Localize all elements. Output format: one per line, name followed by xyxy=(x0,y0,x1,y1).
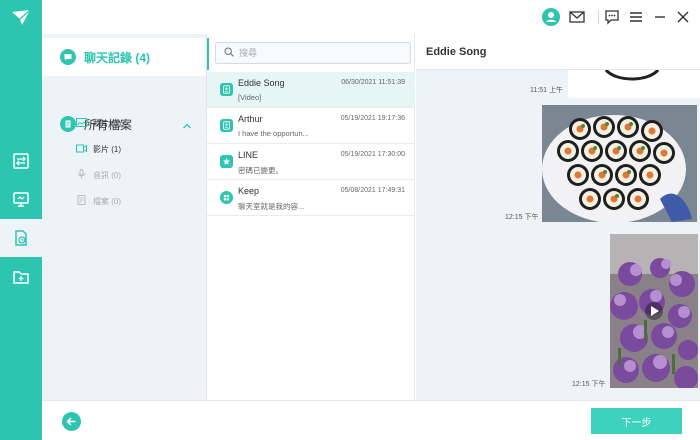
conversation-row[interactable]: LINE 05/19/2021 17:30:00 密碼已變更。 xyxy=(207,144,415,180)
message-timestamp: 12:15 下午 xyxy=(572,381,606,388)
chat-header: Eddie Song xyxy=(416,34,700,70)
folder-add-icon[interactable] xyxy=(0,258,42,296)
subcategory-label: 音訊 (0) xyxy=(93,170,121,180)
subcategory-photos[interactable]: 照片 (1) xyxy=(76,114,121,132)
message-timestamp: 12:15 下午 xyxy=(505,214,539,221)
message-timestamp: 11:51 上午 xyxy=(530,87,563,94)
feedback-icon[interactable] xyxy=(603,8,621,26)
chevron-up-icon[interactable] xyxy=(182,118,192,136)
device-icon[interactable] xyxy=(0,180,42,218)
subcategory-label: 照片 (1) xyxy=(93,118,121,128)
conversation-date: 06/30/2021 11:51:39 xyxy=(341,79,405,86)
subcategory-label: 影片 (1) xyxy=(93,144,121,154)
chat-bubble-icon xyxy=(60,49,76,65)
microphone-icon xyxy=(76,169,87,181)
left-rail xyxy=(0,0,42,440)
conversation-name: Keep xyxy=(238,186,260,196)
conversation-preview: I have the opportun... xyxy=(238,129,309,138)
back-button[interactable] xyxy=(62,412,81,431)
category-label: 聊天記錄 (4) xyxy=(84,50,151,65)
video-icon xyxy=(76,144,87,155)
document-icon xyxy=(76,195,87,207)
minimize-icon[interactable] xyxy=(651,8,669,26)
panel-accent-bar xyxy=(207,38,209,70)
title-bar xyxy=(42,0,700,34)
conversation-name: Arthur xyxy=(238,114,263,124)
chat-title: Eddie Song xyxy=(426,45,487,58)
files-icon xyxy=(60,116,76,132)
search-icon xyxy=(224,44,234,62)
account-icon[interactable] xyxy=(542,8,560,26)
backup-restore-icon[interactable] xyxy=(0,219,42,257)
chat-photo-message[interactable] xyxy=(542,105,697,222)
arrow-left-icon xyxy=(66,417,76,426)
group-avatar-icon xyxy=(220,191,233,204)
bottom-bar: 下一步 xyxy=(42,400,700,440)
category-chat-history[interactable]: 聊天記錄 (4) xyxy=(42,38,206,76)
conversation-preview: [Video] xyxy=(238,93,262,102)
chat-panel: Eddie Song 11:51 上午 12:15 下午 12:15 下午 xyxy=(416,34,700,400)
toolbar-divider xyxy=(598,10,599,24)
conversation-date: 05/08/2021 17:49:31 xyxy=(340,187,405,194)
official-account-icon xyxy=(220,155,233,168)
conversation-date: 05/19/2021 19:17:36 xyxy=(340,115,405,122)
search-box xyxy=(215,42,411,64)
search-input[interactable] xyxy=(239,48,399,58)
conversation-list-panel: Eddie Song 06/30/2021 11:51:39 [Video] A… xyxy=(206,34,415,400)
next-button[interactable]: 下一步 xyxy=(591,408,682,434)
conversation-row[interactable]: Arthur 05/19/2021 19:17:36 I have the op… xyxy=(207,108,415,144)
category-all-files[interactable]: 所有檔案 xyxy=(42,112,206,136)
conversation-preview: 密碼已變更。 xyxy=(238,166,283,175)
category-panel: 聊天記錄 (4) 所有檔案 照片 (1) 影片 (1) 音訊 (0) 檔案 (0… xyxy=(42,34,206,400)
subcategory-audio: 音訊 (0) xyxy=(76,166,121,184)
conversation-row[interactable]: Keep 05/08/2021 17:49:31 聊天室就是我的容... xyxy=(207,180,415,216)
subcategory-label: 檔案 (0) xyxy=(93,196,121,206)
conversation-name: LINE xyxy=(238,150,259,160)
mail-icon[interactable] xyxy=(568,8,586,26)
conversation-name: Eddie Song xyxy=(238,78,285,88)
conversation-preview: 聊天室就是我的容... xyxy=(238,202,305,211)
conversation-date: 05/19/2021 17:30:00 xyxy=(340,151,405,158)
contact-avatar-icon xyxy=(220,119,233,132)
contact-avatar-icon xyxy=(220,83,233,96)
transfer-icon[interactable] xyxy=(0,142,42,180)
chat-video-message[interactable] xyxy=(610,234,698,388)
logo-icon xyxy=(9,8,33,28)
close-icon[interactable] xyxy=(674,8,692,26)
subcategory-videos[interactable]: 影片 (1) xyxy=(76,140,121,158)
photo-icon xyxy=(76,117,87,129)
conversation-row[interactable]: Eddie Song 06/30/2021 11:51:39 [Video] xyxy=(207,72,415,108)
subcategory-files: 檔案 (0) xyxy=(76,192,121,210)
menu-icon[interactable] xyxy=(627,8,645,26)
